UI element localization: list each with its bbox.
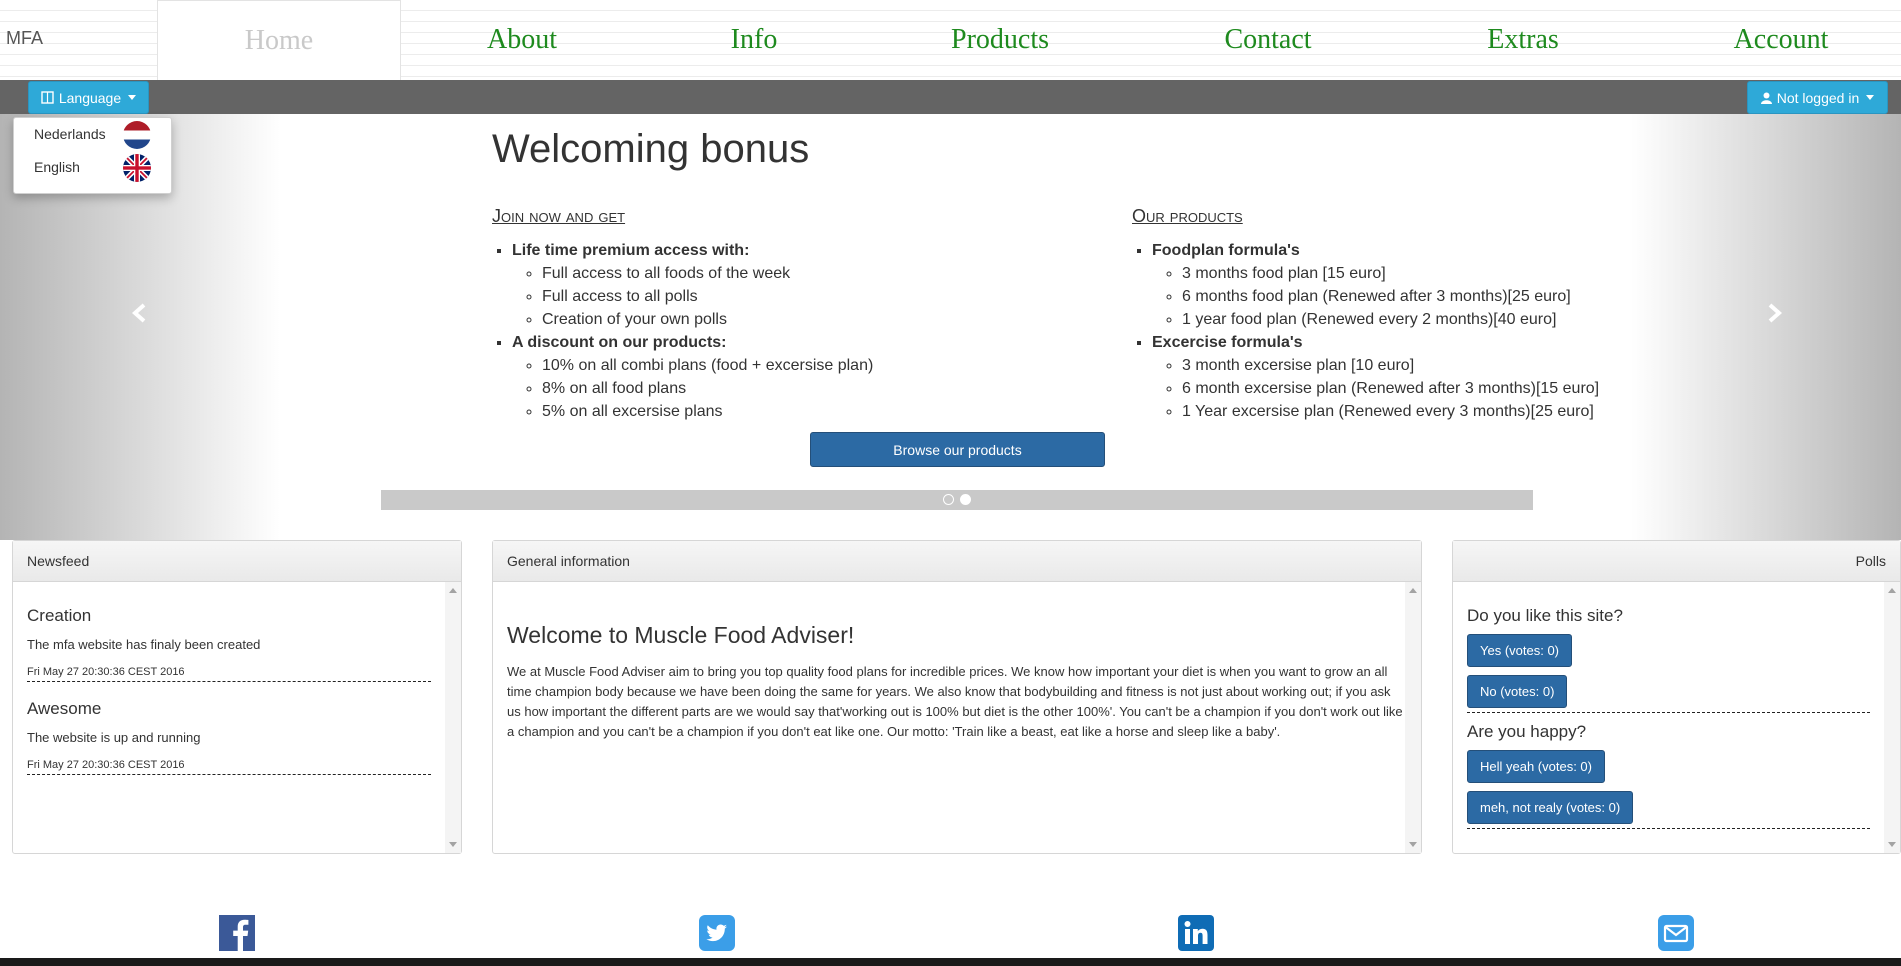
news-title: Awesome bbox=[27, 699, 102, 718]
general-info-panel: General information Welcome to Muscle Fo… bbox=[492, 540, 1422, 854]
language-option-nederlands[interactable]: Nederlands bbox=[14, 118, 171, 150]
scroll-down-icon[interactable] bbox=[449, 842, 457, 847]
list-item: 8% on all food plans bbox=[542, 377, 1072, 400]
news-item: Awesome The website is up and running Fr… bbox=[27, 699, 431, 775]
facebook-icon[interactable] bbox=[219, 915, 255, 951]
poll: Do you like this site? Yes (votes: 0) No… bbox=[1467, 606, 1870, 713]
products-heading: Our products bbox=[1132, 206, 1243, 226]
polls-scrollbar[interactable] bbox=[1884, 582, 1900, 853]
vote-button-hell-yeah[interactable]: Hell yeah (votes: 0) bbox=[1467, 750, 1605, 783]
slide-title: Welcoming bonus bbox=[492, 127, 810, 171]
toolbar bbox=[0, 80, 1901, 114]
vote-button-meh[interactable]: meh, not realy (votes: 0) bbox=[1467, 791, 1634, 824]
list-item: Excercise formula's 3 month excersise pl… bbox=[1152, 331, 1672, 423]
user-icon bbox=[1760, 92, 1772, 104]
flag-nl-icon bbox=[123, 121, 151, 149]
join-heading: Join now and get bbox=[492, 206, 626, 226]
language-dropdown: Nederlands English bbox=[13, 117, 172, 194]
scroll-down-icon[interactable] bbox=[1888, 842, 1896, 847]
scroll-up-icon[interactable] bbox=[1888, 588, 1896, 593]
polls-body: Do you like this site? Yes (votes: 0) No… bbox=[1453, 582, 1884, 853]
news-date: Fri May 27 20:30:36 CEST 2016 bbox=[27, 666, 185, 678]
nav-tab-about[interactable]: About bbox=[422, 0, 622, 80]
newsfeed-heading: Newsfeed bbox=[13, 541, 461, 582]
general-info-heading: General information bbox=[493, 541, 1421, 582]
newsfeed-scrollbar[interactable] bbox=[445, 582, 461, 853]
list-item: Foodplan formula's 3 months food plan [1… bbox=[1152, 239, 1672, 331]
carousel-dot-1[interactable] bbox=[943, 494, 954, 505]
list-item: Creation of your own polls bbox=[542, 308, 1072, 331]
list-item: 3 month excersise plan [10 euro] bbox=[1182, 354, 1672, 377]
nav-tab-home[interactable]: Home bbox=[157, 0, 401, 81]
chevron-right-icon[interactable] bbox=[1764, 303, 1784, 323]
nav-tab-extras[interactable]: Extras bbox=[1423, 0, 1623, 80]
news-title: Creation bbox=[27, 606, 92, 625]
twitter-icon[interactable] bbox=[699, 915, 735, 951]
list-item: 10% on all combi plans (food + excersise… bbox=[542, 354, 1072, 377]
list-item: Full access to all polls bbox=[542, 285, 1072, 308]
newsfeed-panel: Newsfeed Creation The mfa website has fi… bbox=[12, 540, 462, 854]
news-text: The website is up and running bbox=[27, 730, 201, 745]
polls-panel: Polls Do you like this site? Yes (votes:… bbox=[1452, 540, 1901, 854]
list-item: 5% on all excersise plans bbox=[542, 400, 1072, 423]
language-button-label: Language bbox=[58, 89, 122, 106]
scroll-up-icon[interactable] bbox=[1409, 588, 1417, 593]
language-option-label: English bbox=[34, 159, 80, 175]
list-item: 3 months food plan [15 euro] bbox=[1182, 262, 1672, 285]
mail-icon[interactable] bbox=[1658, 915, 1694, 951]
carousel-dot-2-active[interactable] bbox=[960, 494, 971, 505]
nav-tab-account[interactable]: Account bbox=[1681, 0, 1881, 80]
news-date: Fri May 27 20:30:36 CEST 2016 bbox=[27, 759, 185, 771]
linkedin-icon[interactable] bbox=[1178, 915, 1214, 951]
products-list: Foodplan formula's 3 months food plan [1… bbox=[1132, 239, 1672, 423]
poll: Are you happy? Hell yeah (votes: 0) meh,… bbox=[1467, 722, 1870, 829]
poll-question: Are you happy? bbox=[1467, 722, 1587, 741]
top-navbar: MFA Home About Info Products Contact Ext… bbox=[0, 0, 1901, 81]
brand-logo[interactable]: MFA bbox=[6, 28, 43, 49]
chevron-left-icon[interactable] bbox=[130, 303, 150, 323]
vote-button-no[interactable]: No (votes: 0) bbox=[1467, 675, 1568, 708]
nav-tab-info[interactable]: Info bbox=[654, 0, 854, 80]
account-button[interactable]: Not logged in bbox=[1747, 81, 1888, 114]
news-item: Creation The mfa website has finaly been… bbox=[27, 606, 431, 682]
general-info-scrollbar[interactable] bbox=[1405, 582, 1421, 853]
list-item: 6 month excersise plan (Renewed after 3 … bbox=[1182, 377, 1672, 400]
list-item: Life time premium access with: Full acce… bbox=[512, 239, 1072, 331]
newsfeed-body: Creation The mfa website has finaly been… bbox=[13, 582, 445, 853]
book-icon bbox=[41, 91, 54, 104]
language-option-english[interactable]: English bbox=[14, 151, 171, 183]
scroll-up-icon[interactable] bbox=[449, 588, 457, 593]
list-item: 6 months food plan (Renewed after 3 mont… bbox=[1182, 285, 1672, 308]
polls-heading: Polls bbox=[1453, 541, 1900, 582]
carousel-indicator-bar bbox=[381, 490, 1533, 510]
general-info-body: Welcome to Muscle Food Adviser! We at Mu… bbox=[493, 582, 1405, 853]
list-item: Full access to all foods of the week bbox=[542, 262, 1072, 285]
vote-button-yes[interactable]: Yes (votes: 0) bbox=[1467, 634, 1573, 667]
list-item: 1 Year excersise plan (Renewed every 3 m… bbox=[1182, 400, 1672, 423]
nav-tab-contact[interactable]: Contact bbox=[1168, 0, 1368, 80]
account-button-label: Not logged in bbox=[1776, 89, 1860, 106]
flag-uk-icon bbox=[123, 154, 151, 182]
news-text: The mfa website has finaly been created bbox=[27, 637, 261, 652]
os-taskbar bbox=[0, 958, 1901, 966]
list-item: A discount on our products: 10% on all c… bbox=[512, 331, 1072, 423]
welcome-title: Welcome to Muscle Food Adviser! bbox=[507, 622, 855, 648]
browse-products-button[interactable]: Browse our products bbox=[810, 432, 1105, 467]
language-button[interactable]: Language bbox=[28, 81, 149, 114]
caret-down-icon bbox=[128, 95, 137, 100]
poll-question: Do you like this site? bbox=[1467, 606, 1623, 625]
scroll-down-icon[interactable] bbox=[1409, 842, 1417, 847]
caret-down-icon bbox=[1866, 95, 1875, 100]
list-item: 1 year food plan (Renewed every 2 months… bbox=[1182, 308, 1672, 331]
language-option-label: Nederlands bbox=[34, 126, 106, 142]
benefits-list: Life time premium access with: Full acce… bbox=[492, 239, 1072, 423]
nav-tab-products[interactable]: Products bbox=[900, 0, 1100, 80]
welcome-text: We at Muscle Food Adviser aim to bring y… bbox=[507, 664, 1403, 739]
